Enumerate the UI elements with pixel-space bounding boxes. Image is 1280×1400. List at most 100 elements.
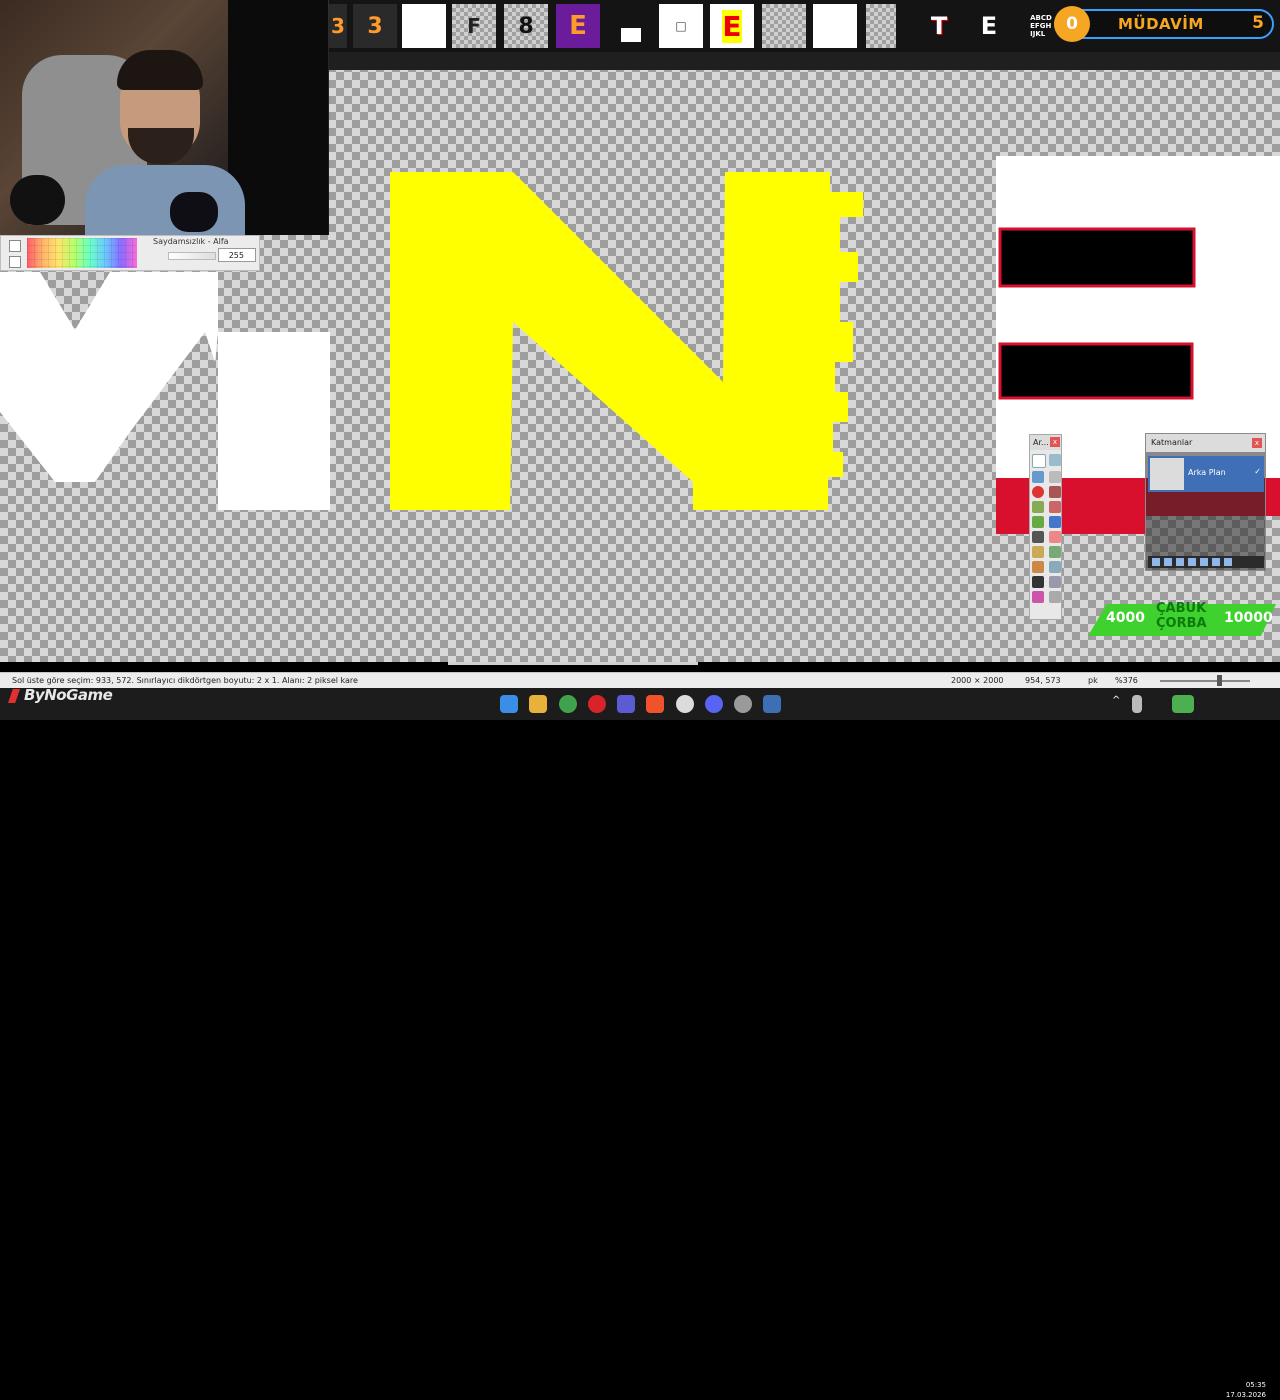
units-selector[interactable]: pk <box>1088 676 1098 685</box>
system-clock[interactable]: 05:35 17.03.2026 <box>1226 1380 1266 1400</box>
image-thumbnail[interactable] <box>762 4 806 48</box>
image-thumbnail[interactable]: 3 <box>353 4 397 48</box>
obs-icon[interactable] <box>734 695 752 713</box>
magic-wand-icon[interactable] <box>1032 501 1044 513</box>
move-icon[interactable] <box>1049 454 1061 466</box>
image-thumbnail[interactable]: E <box>967 4 1011 48</box>
color-palette-panel: Saydamsızlık - Alfa 255 <box>0 235 260 271</box>
status-bar: Sol üste göre seçim: 933, 572. Sınırlayı… <box>0 672 1280 689</box>
alpha-value-input[interactable]: 255 <box>218 248 256 262</box>
image-size: 2000 × 2000 <box>951 676 1004 685</box>
image-thumbnail[interactable]: 3 <box>329 4 347 48</box>
brave-icon[interactable] <box>646 695 664 713</box>
delete-layer-icon[interactable] <box>1164 558 1172 566</box>
horizontal-scrollbar[interactable] <box>448 662 698 665</box>
zoom-icon[interactable] <box>1049 486 1061 498</box>
palette-swatches[interactable] <box>27 238 137 268</box>
layer-properties-icon[interactable] <box>1224 558 1232 566</box>
image-thumbnail[interactable] <box>402 4 446 48</box>
zoom-slider-thumb[interactable] <box>1217 675 1222 686</box>
corba-title-line1: ÇABUK <box>1156 601 1207 616</box>
paint-net-icon[interactable] <box>763 695 781 713</box>
rectangle-select-icon[interactable] <box>1032 454 1046 468</box>
corba-title-line2: ÇORBA <box>1156 616 1207 631</box>
eraser-icon[interactable] <box>1049 531 1061 543</box>
recolor-icon[interactable] <box>1032 561 1044 573</box>
fill-shape-icon[interactable] <box>1049 591 1061 603</box>
lasso-icon[interactable] <box>1032 471 1044 483</box>
paint-bucket-icon[interactable] <box>1032 516 1044 528</box>
zoom-slider[interactable] <box>1160 680 1250 682</box>
duplicate-layer-icon[interactable] <box>1176 558 1184 566</box>
mudavim-badge: 0 MÜDAVİM 5 <box>1054 6 1274 42</box>
file-explorer-icon[interactable] <box>529 695 547 713</box>
layers-panel: Katmanlar x Arka Plan ✓ <box>1145 433 1266 571</box>
brush-icon[interactable] <box>1032 531 1044 543</box>
cursor-position: 954, 573 <box>1025 676 1061 685</box>
color-picker-icon[interactable] <box>1049 561 1061 573</box>
primary-color-swatch[interactable] <box>9 240 21 252</box>
windows-start-icon[interactable] <box>500 695 518 713</box>
pencil-icon[interactable] <box>1032 546 1044 558</box>
layer-visibility-check-icon[interactable]: ✓ <box>1254 467 1261 476</box>
person-shirt <box>85 165 245 235</box>
discord-icon[interactable] <box>705 695 723 713</box>
badge-number: 5 <box>1252 13 1264 33</box>
image-thumbnail[interactable]: F <box>452 4 496 48</box>
layers-close-icon[interactable]: x <box>1252 438 1262 448</box>
badge-counter: 0 <box>1054 6 1090 42</box>
canvas-top-bar <box>329 52 1280 70</box>
person-hair <box>117 50 203 90</box>
tools-panel: Ar... x <box>1029 434 1062 620</box>
ellipse-select-icon[interactable] <box>1032 486 1044 498</box>
brand-watermark: ByNoGame <box>24 686 113 704</box>
clock-date: 17.03.2026 <box>1225 1391 1266 1399</box>
move-layer-up-icon[interactable] <box>1200 558 1208 566</box>
image-thumbnail[interactable]: E <box>710 4 754 48</box>
image-thumbnail[interactable] <box>609 4 653 48</box>
microphone <box>10 175 65 225</box>
corba-left-value: 4000 <box>1106 610 1145 626</box>
secondary-color-swatch[interactable] <box>9 256 21 268</box>
layers-panel-title: Katmanlar <box>1151 438 1193 447</box>
image-thumbnail[interactable] <box>866 4 896 48</box>
mic-tray-icon[interactable] <box>1132 695 1142 713</box>
letter-n-yellow <box>390 172 863 510</box>
app-icon[interactable] <box>617 695 635 713</box>
image-thumbnail[interactable]: □ <box>659 4 703 48</box>
move-layer-down-icon[interactable] <box>1212 558 1220 566</box>
chrome-icon[interactable] <box>559 695 577 713</box>
corba-overlay: 4000 ÇABUK ÇORBA 10000 <box>1088 600 1276 640</box>
tools-close-icon[interactable]: x <box>1050 437 1060 447</box>
alpha-label: Saydamsızlık - Alfa <box>153 237 229 246</box>
image-thumbnail[interactable]: 8 <box>504 4 548 48</box>
tray-chevron-icon[interactable]: ^ <box>1112 695 1122 713</box>
layer-toolbar <box>1148 556 1264 568</box>
image-thumbnail[interactable]: E <box>556 4 600 48</box>
taskbar: ^ 05:35 17.03.2026 <box>0 688 1280 1399</box>
layer-row[interactable]: Arka Plan ✓ <box>1148 456 1264 492</box>
chatgpt-icon[interactable] <box>676 695 694 713</box>
alpha-slider[interactable] <box>168 252 216 260</box>
microphone-light <box>170 192 218 232</box>
layer-thumbnail <box>1150 458 1184 490</box>
line-icon[interactable] <box>1049 576 1061 588</box>
zoom-level[interactable]: %376 <box>1115 676 1138 685</box>
image-thumbnail[interactable] <box>813 4 857 48</box>
text-icon[interactable] <box>1032 576 1044 588</box>
tray-app-icon[interactable] <box>1172 695 1194 713</box>
merge-layer-icon[interactable] <box>1188 558 1196 566</box>
image-thumbnail[interactable]: T <box>917 4 961 48</box>
layer-name: Arka Plan <box>1188 468 1226 477</box>
clone-stamp-icon[interactable] <box>1049 546 1061 558</box>
add-layer-icon[interactable] <box>1152 558 1160 566</box>
gradient-icon[interactable] <box>1049 516 1061 528</box>
pan-icon[interactable] <box>1049 501 1061 513</box>
shapes-icon[interactable] <box>1032 591 1044 603</box>
opera-icon[interactable] <box>588 695 606 713</box>
tools-panel-title: Ar... <box>1033 438 1049 447</box>
move-selection-icon[interactable] <box>1049 471 1061 483</box>
selection-info: Sol üste göre seçim: 933, 572. Sınırlayı… <box>12 676 358 685</box>
badge-word: MÜDAVİM <box>1118 15 1204 33</box>
webcam-overlay <box>0 0 329 235</box>
